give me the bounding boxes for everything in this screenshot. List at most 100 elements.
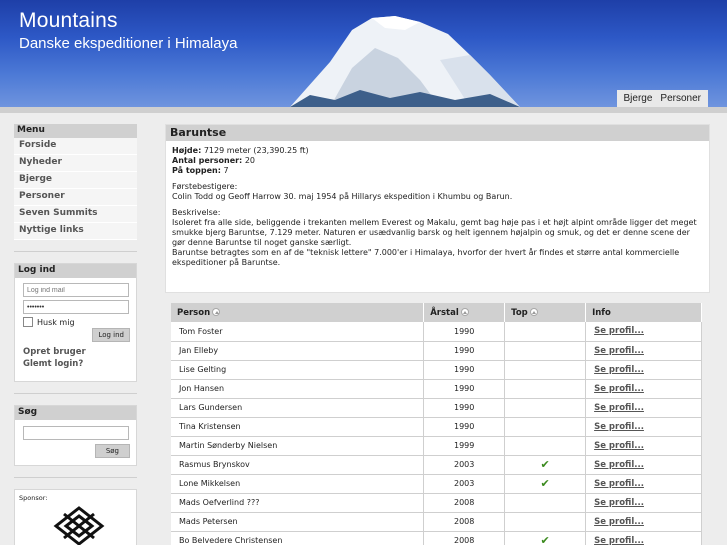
see-profile-link[interactable]: Se profil... [594, 498, 644, 508]
top-cell [504, 341, 587, 361]
sort-icon[interactable] [529, 308, 538, 316]
divider [14, 477, 137, 478]
table-row: Bo Belvedere Christensen 2008 ✔ Se profil..… [171, 531, 702, 545]
menu-box: Menu Forside Nyheder Bjerge Personer Sev… [14, 124, 137, 240]
expedition-table: Person Årstal Top Info Tom Foster 1990 Se … [171, 303, 702, 545]
year: 2008 [423, 531, 506, 545]
description-label: Beskrivelse: [172, 208, 221, 217]
description-text-2: Baruntse betragtes som en af de "teknisk… [172, 248, 680, 267]
table-header-row: Person Årstal Top Info [171, 303, 702, 322]
search-button[interactable]: Søg [94, 444, 130, 458]
menu-title: Menu [14, 124, 137, 138]
table-row: Tom Foster 1990 Se profil... [171, 322, 702, 342]
see-profile-link[interactable]: Se profil... [594, 441, 644, 451]
col-info-header: Info [585, 303, 702, 322]
login-box: Log ind Husk mig Log ind Opret bruger Gl… [14, 263, 137, 382]
menu-item-bjerge[interactable]: Bjerge [14, 172, 137, 189]
checkbox-icon[interactable] [23, 317, 33, 327]
site-title[interactable]: Mountains [19, 9, 118, 33]
table-row: Rasmus Brynskov 2003 ✔ Se profil... [171, 455, 702, 475]
summit-label: På toppen: [172, 166, 221, 175]
year: 1990 [423, 341, 506, 361]
person-name: Jan Elleby [171, 341, 425, 361]
table-row: Martin Sønderby Nielsen 1999 Se profil... [171, 436, 702, 456]
info-cell: Se profil... [585, 512, 702, 532]
see-profile-link[interactable]: Se profil... [594, 422, 644, 432]
create-user-link[interactable]: Opret bruger [23, 346, 136, 358]
person-name: Mads Oefverlind ??? [171, 493, 425, 513]
info-cell: Se profil... [585, 474, 702, 494]
remember-me-label: Husk mig [37, 317, 75, 327]
login-button[interactable]: Log ind [92, 328, 130, 342]
first-ascent-value: Colin Todd og Geoff Harrow 30. maj 1954 … [172, 192, 513, 201]
top-cell [504, 417, 587, 437]
person-name: Jon Hansen [171, 379, 425, 399]
see-profile-link[interactable]: Se profil... [594, 365, 644, 375]
description-text-1: Isoleret fra alle side, beliggende i tre… [172, 218, 697, 247]
menu-item-nyheder[interactable]: Nyheder [14, 155, 137, 172]
person-name: Lone Mikkelsen [171, 474, 425, 494]
info-cell: Se profil... [585, 436, 702, 456]
info-cell: Se profil... [585, 322, 702, 342]
year: 2003 [423, 455, 506, 475]
see-profile-link[interactable]: Se profil... [594, 326, 644, 336]
top-cell [504, 360, 587, 380]
menu-item-nyttige-links[interactable]: Nyttige links [14, 223, 137, 240]
top-cell [504, 436, 587, 456]
menu-item-personer[interactable]: Personer [14, 189, 137, 206]
person-name: Tina Kristensen [171, 417, 425, 437]
year: 1990 [423, 379, 506, 399]
see-profile-link[interactable]: Se profil... [594, 460, 644, 470]
menu-item-forside[interactable]: Forside [14, 138, 137, 155]
see-profile-link[interactable]: Se profil... [594, 403, 644, 413]
check-icon: ✔ [540, 534, 550, 545]
table-row: Lise Gelting 1990 Se profil... [171, 360, 702, 380]
top-cell [504, 398, 587, 418]
main-content: Baruntse Højde: 7129 meter (23,390.25 ft… [165, 124, 710, 293]
info-cell: Se profil... [585, 417, 702, 437]
login-password-input[interactable] [23, 300, 129, 314]
see-profile-link[interactable]: Se profil... [594, 536, 644, 545]
see-profile-link[interactable]: Se profil... [594, 346, 644, 356]
col-top-header[interactable]: Top [504, 303, 587, 322]
table-row: Tina Kristensen 1990 Se profil... [171, 417, 702, 437]
info-cell: Se profil... [585, 493, 702, 513]
height-label: Højde: [172, 146, 202, 155]
sponsor-box: Sponsor: [14, 489, 137, 545]
table-row: Mads Oefverlind ??? 2008 Se profil... [171, 493, 702, 513]
sort-icon[interactable] [460, 308, 469, 316]
check-icon: ✔ [540, 477, 550, 490]
col-year-header[interactable]: Årstal [423, 303, 506, 322]
info-cell: Se profil... [585, 360, 702, 380]
sidebar: Menu Forside Nyheder Bjerge Personer Sev… [14, 124, 137, 545]
year: 1990 [423, 360, 506, 380]
top-cell [504, 379, 587, 399]
table-row: Jan Elleby 1990 Se profil... [171, 341, 702, 361]
summit-value: 7 [223, 166, 229, 175]
forgot-login-link[interactable]: Glemt login? [23, 358, 136, 370]
table-row: Lone Mikkelsen 2003 ✔ Se profil... [171, 474, 702, 494]
search-input[interactable] [23, 426, 129, 440]
topnav-personer[interactable]: Personer [656, 93, 705, 104]
login-email-input[interactable] [23, 283, 129, 297]
sponsor-logo[interactable] [44, 504, 114, 545]
topnav-bjerge[interactable]: Bjerge [620, 93, 657, 104]
info-cell: Se profil... [585, 455, 702, 475]
menu-item-seven-summits[interactable]: Seven Summits [14, 206, 137, 223]
sort-icon[interactable] [212, 308, 221, 316]
persons-value: 20 [244, 156, 255, 165]
see-profile-link[interactable]: Se profil... [594, 384, 644, 394]
col-person-header[interactable]: Person [171, 303, 425, 322]
info-cell: Se profil... [585, 341, 702, 361]
info-cell: Se profil... [585, 379, 702, 399]
table-row: Mads Petersen 2008 Se profil... [171, 512, 702, 532]
person-name: Bo Belvedere Christensen [171, 531, 425, 545]
see-profile-link[interactable]: Se profil... [594, 517, 644, 527]
table-row: Lars Gundersen 1990 Se profil... [171, 398, 702, 418]
top-cell [504, 322, 587, 342]
remember-me-checkbox[interactable]: Husk mig [23, 317, 136, 327]
search-title: Søg [15, 406, 136, 420]
table-row: Jon Hansen 1990 Se profil... [171, 379, 702, 399]
year: 1990 [423, 417, 506, 437]
see-profile-link[interactable]: Se profil... [594, 479, 644, 489]
